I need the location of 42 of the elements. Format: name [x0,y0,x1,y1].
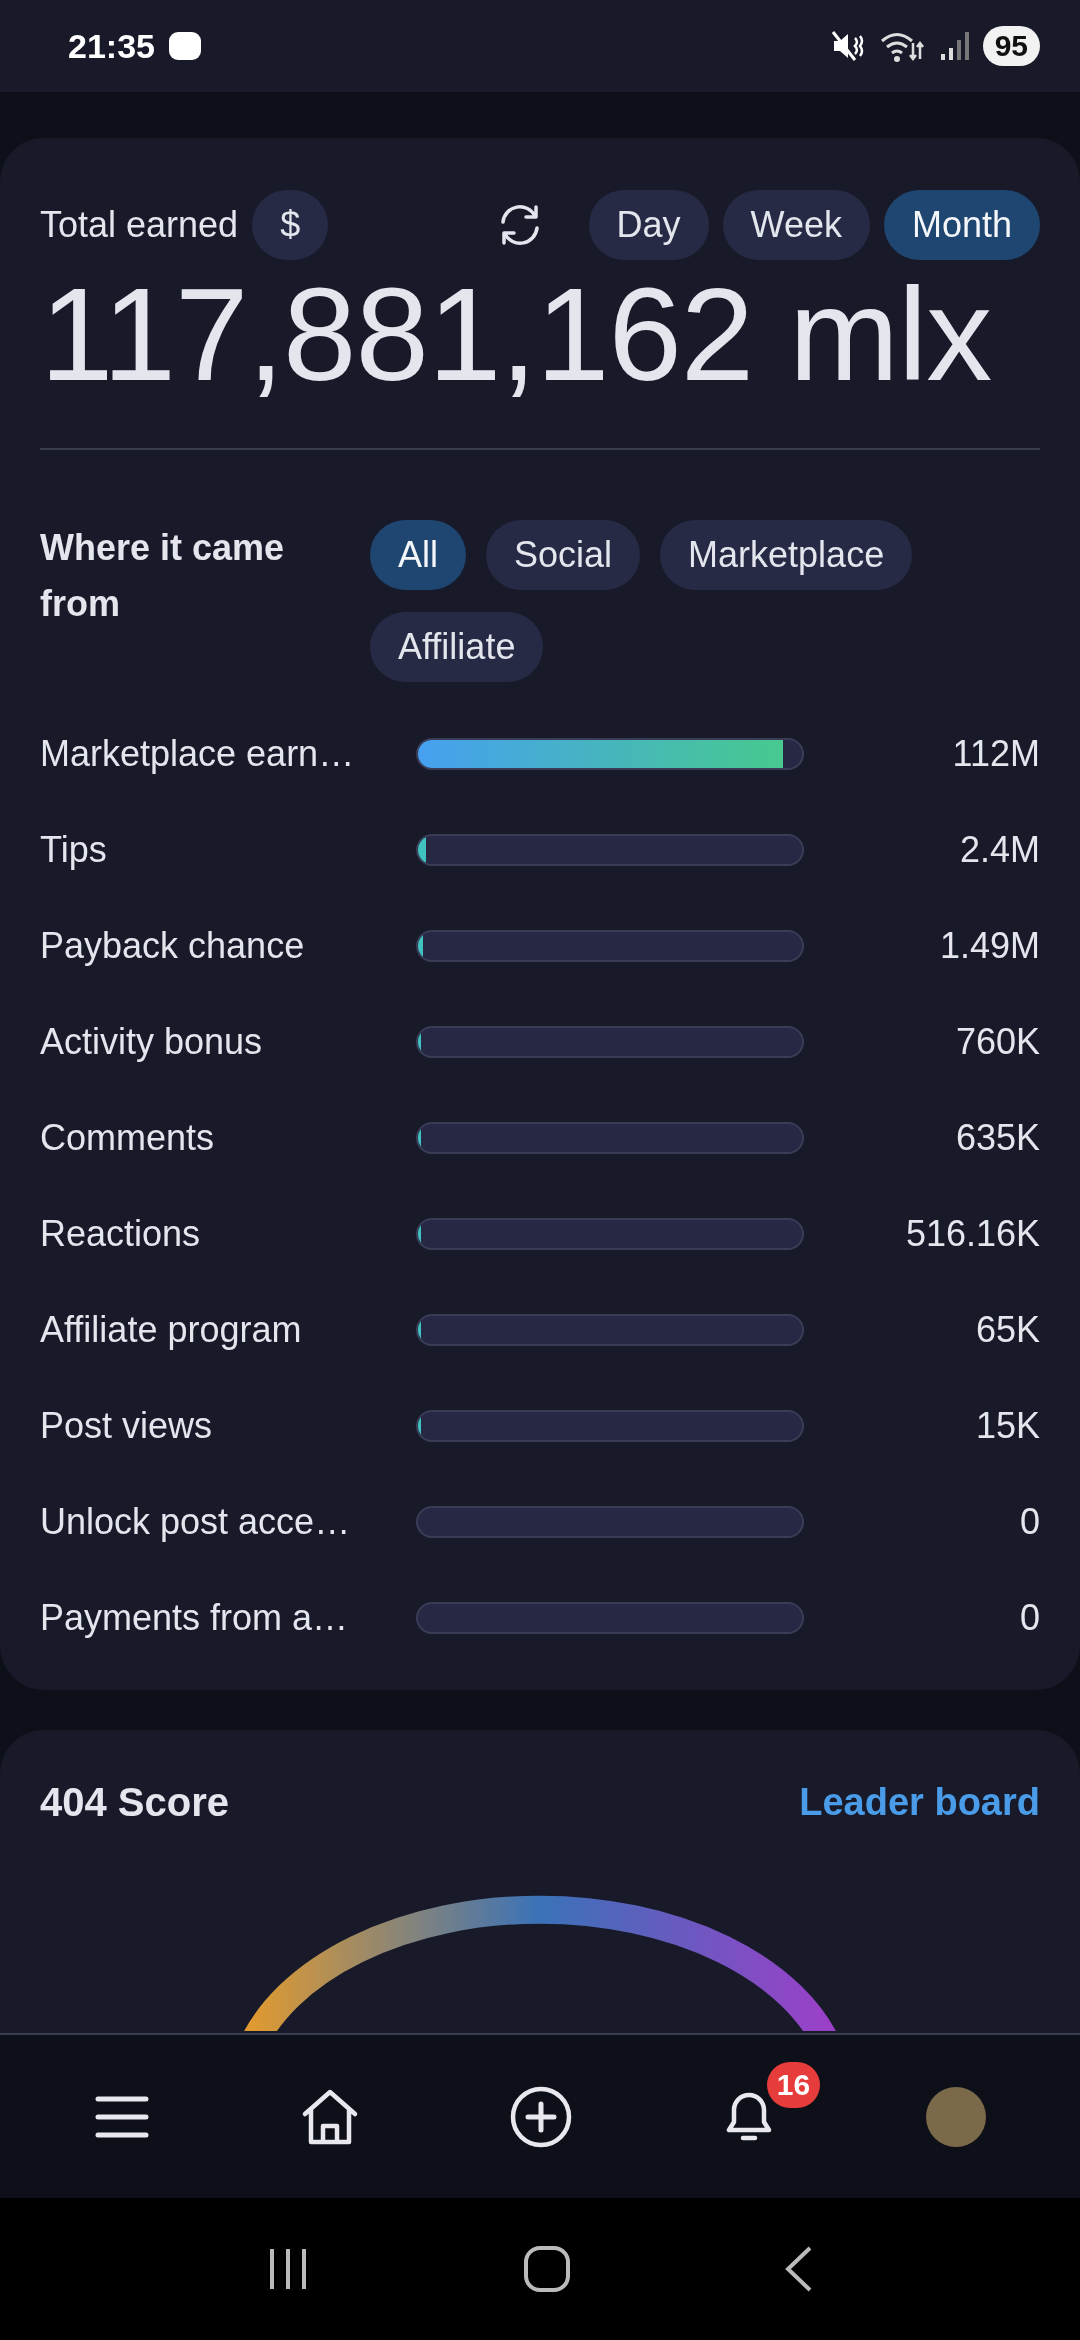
mute-icon [830,30,865,62]
source-amount: 112M [951,733,1040,775]
source-name: Post views [40,1405,214,1447]
source-name: Activity bonus [40,1021,264,1063]
source-filter-chip[interactable]: Social [486,520,641,590]
source-name: Reactions [40,1213,202,1255]
source-filter-chip[interactable]: All [370,520,466,590]
filter-label: Where it came from [40,526,286,626]
card-title: Total earned [40,204,239,246]
battery-level: 95 [982,26,1040,66]
source-amount: 516.16K [904,1213,1040,1255]
score-title: 404 Score [40,1780,230,1825]
add-icon[interactable] [510,2085,572,2148]
source-name: Comments [40,1117,216,1159]
signal-icon [938,30,969,62]
status-time: 21:35 [68,26,155,66]
source-amount: 15K [974,1405,1040,1447]
source-name: Payback chance [40,925,306,967]
leader-board-link[interactable]: Leader board [799,1781,1040,1824]
source-name: Marketplace earn… [40,733,356,775]
currency-button[interactable]: $ [252,190,329,260]
source-amount: 0 [1018,1597,1040,1639]
period-tab[interactable]: Week [722,190,870,260]
source-amount: 760K [954,1021,1040,1063]
source-name: Tips [40,829,108,871]
home-button-icon[interactable] [523,2245,571,2293]
source-amount: 1.49M [938,925,1040,967]
back-icon[interactable] [783,2245,814,2293]
source-name: Unlock post acce… [40,1501,352,1543]
period-tab[interactable]: Day [588,190,709,260]
source-filter-chip[interactable]: Marketplace [660,520,913,590]
notification-count-badge: 16 [766,2061,821,2108]
source-name: Affiliate program [40,1309,303,1351]
period-tab[interactable]: Month [883,190,1040,260]
source-filter-chip[interactable]: Affiliate [370,612,544,682]
source-amount: 2.4M [958,829,1040,871]
app-notification-icon [168,32,201,60]
source-amount: 65K [974,1309,1040,1351]
source-name: Payments from a… [40,1597,350,1639]
source-amount: 0 [1018,1501,1040,1543]
total-amount: 117,881,162 mlx [40,260,993,410]
source-amount: 635K [954,1117,1040,1159]
